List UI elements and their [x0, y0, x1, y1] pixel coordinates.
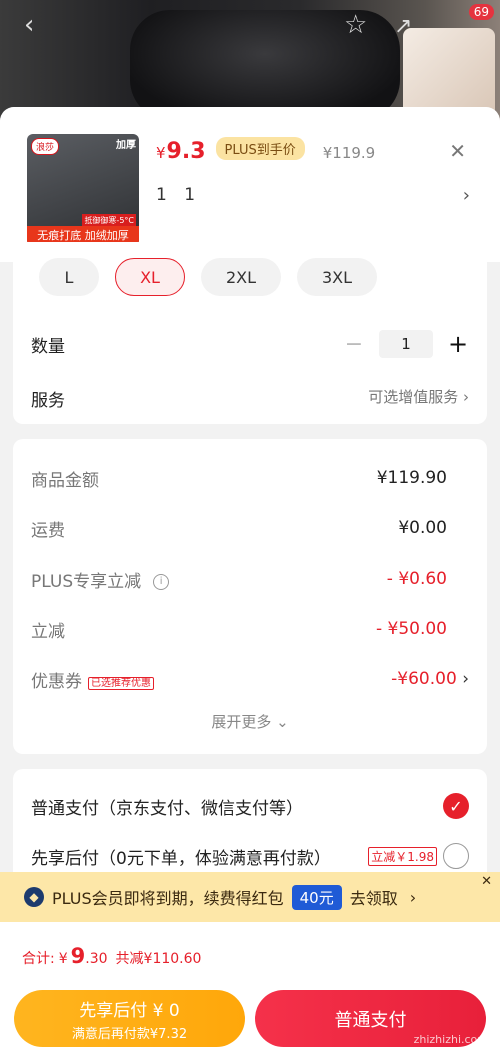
- chevron-right-icon[interactable]: ›: [463, 185, 470, 206]
- info-icon[interactable]: i: [153, 573, 170, 590]
- service-selector[interactable]: 可选增值服务 ›: [368, 386, 469, 407]
- breakdown-label: 立减: [31, 621, 65, 642]
- payment-option-normal[interactable]: 普通支付（京东支付、微信支付等） ✓: [31, 793, 469, 819]
- size-options: L XL 2XL 3XL: [39, 258, 377, 296]
- image-tag-thickened: 加厚: [116, 140, 136, 151]
- gallery-thumbnail[interactable]: [403, 28, 495, 118]
- quantity-label: 数量: [31, 337, 65, 357]
- price-row: ¥ 9.3 PLUS到手价 ¥119.9: [156, 137, 376, 169]
- service-label: 服务: [31, 391, 65, 411]
- share-icon[interactable]: ↗: [394, 14, 412, 39]
- plus-price: 9.3: [166, 139, 206, 164]
- close-icon[interactable]: ✕: [481, 874, 492, 889]
- payment-option-label: 先享后付（0元下单，体验满意再付款）: [31, 848, 331, 869]
- breakdown-label-wrap: 优惠券 已选推荐优惠: [31, 667, 154, 692]
- price-symbol: ¥: [156, 144, 166, 162]
- size-option-xl[interactable]: XL: [115, 258, 185, 296]
- service-value: 可选增值服务: [368, 388, 459, 406]
- chevron-right-icon: ›: [463, 388, 469, 406]
- image-count-badge: 69: [468, 4, 494, 20]
- plus-renewal-banner[interactable]: ◆ PLUS会员即将到期，续费得红包 40元 去领取 › ✕: [0, 872, 500, 922]
- chevron-down-icon: ⌄: [276, 713, 289, 731]
- checkout-footer: 合计: ¥ 9 .30 共减¥110.60 先享后付 ¥ 0 满意后再付款¥7.…: [0, 922, 500, 1052]
- breakdown-label: 运费: [31, 520, 65, 541]
- breakdown-label-wrap: PLUS专享立减 i: [31, 567, 170, 592]
- total-saved: 共减¥110.60: [115, 951, 202, 967]
- spec-card: L XL 2XL 3XL 数量 − 1 + 服务 可选增值服务 ›: [13, 242, 487, 424]
- quantity-input[interactable]: 1: [379, 330, 433, 358]
- total-integer: 9: [70, 944, 86, 968]
- plus-price-tag: PLUS到手价: [215, 137, 305, 160]
- breakdown-row: 运费 ¥0.00: [31, 513, 469, 543]
- expand-more-button[interactable]: 展开更多 ⌄: [13, 711, 487, 732]
- quantity-stepper: − 1 +: [343, 330, 469, 358]
- coupon-tag: 已选推荐优惠: [88, 677, 154, 690]
- pay-later-button[interactable]: 先享后付 ¥ 0 满意后再付款¥7.32: [14, 990, 245, 1047]
- breakdown-amount: -¥60.00: [391, 669, 457, 689]
- price-breakdown-card: 商品金额 ¥119.90 运费 ¥0.00 PLUS专享立减 i - ¥0.60 …: [13, 439, 487, 754]
- radio-unchecked-icon[interactable]: [443, 843, 469, 869]
- check-icon[interactable]: ✓: [443, 793, 469, 819]
- selected-spec[interactable]: 1 1: [156, 185, 201, 205]
- plus-button[interactable]: +: [447, 330, 469, 358]
- close-icon[interactable]: ✕: [449, 139, 466, 163]
- total-symbol: ¥: [58, 951, 68, 967]
- total-label: 合计:: [22, 951, 55, 967]
- payment-option-later[interactable]: 先享后付（0元下单，体验满意再付款） 立减￥1.98: [31, 843, 469, 869]
- pay-later-title: 先享后付 ¥ 0: [79, 1001, 180, 1021]
- product-header: 浪莎 加厚 抵御御寒-5°C 无痕打底 加绒加厚 ¥ 9.3 PLUS到手价 ¥…: [0, 107, 500, 262]
- size-option-l[interactable]: L: [39, 258, 99, 296]
- back-icon[interactable]: ‹: [24, 10, 34, 40]
- order-total: 合计: ¥ 9 .30 共减¥110.60: [22, 944, 201, 968]
- breakdown-label: PLUS专享立减: [31, 571, 142, 592]
- breakdown-amount: ¥119.90: [376, 468, 447, 488]
- original-price: ¥119.9: [322, 144, 376, 162]
- discount-tag: 立减￥1.98: [368, 846, 437, 866]
- breakdown-amount: ¥0.00: [398, 518, 447, 538]
- breakdown-row: PLUS专享立减 i - ¥0.60: [31, 564, 469, 594]
- breakdown-row: 立减 - ¥50.00: [31, 614, 469, 644]
- red-packet-amount: 40元: [291, 884, 342, 910]
- claim-link[interactable]: 去领取: [350, 885, 398, 909]
- plus-logo-icon: ◆: [24, 887, 44, 907]
- coupon-row[interactable]: 优惠券 已选推荐优惠 -¥60.00 ›: [31, 664, 469, 694]
- product-thumbnail: 浪莎 加厚 抵御御寒-5°C 无痕打底 加绒加厚: [27, 134, 139, 246]
- size-option-2xl[interactable]: 2XL: [201, 258, 281, 296]
- brand-logo: 浪莎: [31, 138, 60, 155]
- watermark: zhizhizhi.com: [413, 1033, 488, 1046]
- plus-banner-text: PLUS会员即将到期，续费得红包: [52, 889, 284, 908]
- breakdown-label: 商品金额: [31, 470, 99, 491]
- breakdown-amount: - ¥50.00: [375, 619, 447, 639]
- breakdown-row: 商品金额 ¥119.90: [31, 463, 469, 493]
- breakdown-amount: - ¥0.60: [386, 569, 447, 589]
- minus-button[interactable]: −: [343, 332, 365, 357]
- total-decimal: .30: [85, 951, 108, 967]
- size-option-3xl[interactable]: 3XL: [297, 258, 377, 296]
- order-sheet: 浪莎 加厚 抵御御寒-5°C 无痕打底 加绒加厚 ¥ 9.3 PLUS到手价 ¥…: [0, 107, 500, 1052]
- breakdown-label: 优惠券: [31, 671, 82, 692]
- favorite-star-icon[interactable]: ☆: [344, 10, 367, 40]
- pay-later-subtitle: 满意后再付款¥7.32: [71, 1027, 188, 1042]
- payment-later-right: 立减￥1.98: [368, 843, 469, 869]
- chevron-right-icon: ›: [409, 887, 417, 907]
- payment-option-label: 普通支付（京东支付、微信支付等）: [31, 798, 303, 819]
- expand-more-label: 展开更多: [211, 713, 272, 731]
- breakdown-amount-wrap: -¥60.00 ›: [391, 669, 469, 689]
- chevron-right-icon: ›: [462, 669, 469, 689]
